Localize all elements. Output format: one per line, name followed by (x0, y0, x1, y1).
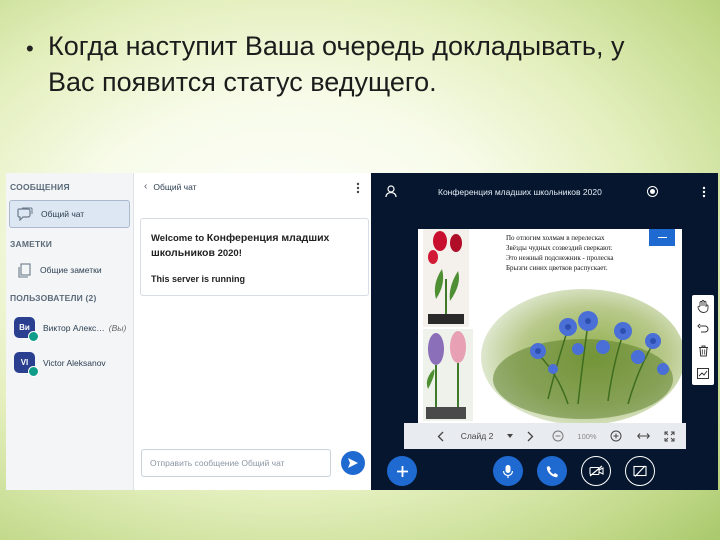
prev-slide-icon (437, 431, 443, 441)
zoom-out-icon (552, 430, 564, 442)
chat-bubble-icon (15, 204, 35, 224)
welcome-message: Welcome to Конференция младших школьнико… (140, 218, 369, 296)
share-screen-button[interactable] (625, 456, 655, 486)
chat-header[interactable]: ‹ Общий чат (144, 181, 197, 192)
user-list-panel: СООБЩЕНИЯ Общий чат ЗАМЕТКИ Общие заметк… (6, 173, 134, 490)
user-name: Виктор Алекс… (43, 322, 105, 333)
microphone-button[interactable] (493, 456, 523, 486)
slide-toolbar: Слайд 2 100% (404, 423, 686, 449)
notes-icon (14, 260, 34, 280)
user-name: Victor Aleksanov (43, 357, 106, 368)
send-button[interactable] (341, 451, 365, 475)
microphone-icon (502, 464, 514, 478)
public-chat-label: Общий чат (41, 209, 85, 219)
presentation-title: Конференция младших школьников 2020 (438, 187, 602, 197)
messages-heading: СООБЩЕНИЯ (10, 182, 70, 192)
slide-select[interactable]: Слайд 2 (456, 423, 518, 449)
zoom-out-button[interactable] (550, 423, 566, 449)
next-slide-button[interactable] (522, 423, 538, 449)
slide-poem: По отлогим холмам в перелесках Звёзды чу… (506, 233, 646, 273)
whiteboard-toolbar (692, 295, 714, 385)
zoom-in-icon (610, 430, 622, 442)
back-chevron-icon[interactable]: ‹ (144, 181, 147, 192)
public-chat-item[interactable]: Общий чат (9, 200, 130, 228)
presentation-header: Конференция младших школьников 2020 (371, 173, 718, 211)
zoom-in-button[interactable] (608, 423, 624, 449)
bullet-dot: • (26, 36, 34, 61)
status-badge (28, 366, 39, 377)
send-icon (348, 458, 358, 468)
shared-notes-label: Общие заметки (40, 265, 102, 275)
leave-audio-button[interactable] (537, 456, 567, 486)
chart-icon (697, 367, 709, 379)
hand-tool-button[interactable] (692, 295, 714, 317)
next-slide-icon (527, 431, 533, 441)
zoom-level: 100% (577, 431, 597, 441)
minimize-icon (657, 236, 667, 239)
server-status-text: This server is running (151, 274, 246, 284)
notes-heading: ЗАМЕТКИ (10, 239, 53, 249)
presentation-panel: Конференция младших школьников 2020 По о… (371, 173, 718, 490)
fullscreen-button[interactable] (660, 423, 678, 449)
fullscreen-icon (664, 431, 674, 441)
actions-button[interactable] (387, 456, 417, 486)
shared-notes-item[interactable]: Общие заметки (9, 257, 128, 283)
chat-message-input[interactable]: Отправить сообщение Общий чат (141, 449, 331, 477)
welcome-prefix: Welcome to (151, 233, 207, 244)
plus-icon (396, 465, 408, 477)
avatar: Ви (14, 317, 39, 342)
slide-select-label: Слайд 2 (460, 431, 494, 441)
fit-width-icon (636, 433, 650, 439)
share-webcam-button[interactable] (581, 456, 611, 486)
user-icon[interactable] (385, 185, 397, 203)
avatar: VI (14, 352, 39, 377)
user-row[interactable]: Ви Виктор Алекс… (Вы) (14, 317, 127, 342)
undo-icon (697, 323, 709, 333)
chevron-down-icon (507, 434, 514, 438)
prev-slide-button[interactable] (432, 423, 448, 449)
poem-line: По отлогим холмам в перелесках (506, 234, 605, 242)
bullet-text: Когда наступит Ваша очередь докладывать,… (48, 31, 625, 97)
poem-line: Звёзды чудных созвездий сверкают. (506, 244, 613, 252)
trash-icon (698, 345, 708, 357)
conference-screenshot: СООБЩЕНИЯ Общий чат ЗАМЕТКИ Общие заметк… (6, 173, 718, 490)
record-icon[interactable] (647, 186, 658, 197)
welcome-year: 2020! (214, 248, 242, 259)
chat-panel: ‹ Общий чат Welcome to Конференция младш… (134, 173, 371, 490)
poem-line: Брызги синих цветков распускает. (506, 264, 608, 272)
presentation-slide: По отлогим холмам в перелесках Звёзды чу… (418, 229, 682, 425)
phone-icon (546, 465, 558, 477)
status-badge (28, 331, 39, 342)
multi-user-button[interactable] (692, 362, 714, 384)
chat-title: Общий чат (153, 181, 197, 192)
kebab-icon[interactable] (356, 182, 360, 194)
screen-share-icon (633, 465, 647, 477)
fit-width-button[interactable] (634, 423, 652, 449)
clear-button[interactable] (692, 340, 714, 362)
user-row[interactable]: VI Victor Aleksanov (14, 352, 106, 377)
minimize-presentation-button[interactable] (649, 229, 675, 246)
welcome-text: Welcome to Конференция младших школьнико… (151, 231, 359, 261)
kebab-icon[interactable] (702, 185, 706, 203)
avatar-initials: VI (20, 358, 29, 367)
user-you-label: (Вы) (108, 322, 127, 333)
video-off-icon (588, 465, 604, 477)
avatar-initials: Ви (19, 323, 30, 332)
undo-button[interactable] (692, 318, 714, 340)
poem-line: Это нежный подснежник - пролеска (506, 254, 614, 262)
users-heading: ПОЛЬЗОВАТЕЛИ (2) (10, 293, 97, 303)
hand-icon (697, 299, 709, 313)
